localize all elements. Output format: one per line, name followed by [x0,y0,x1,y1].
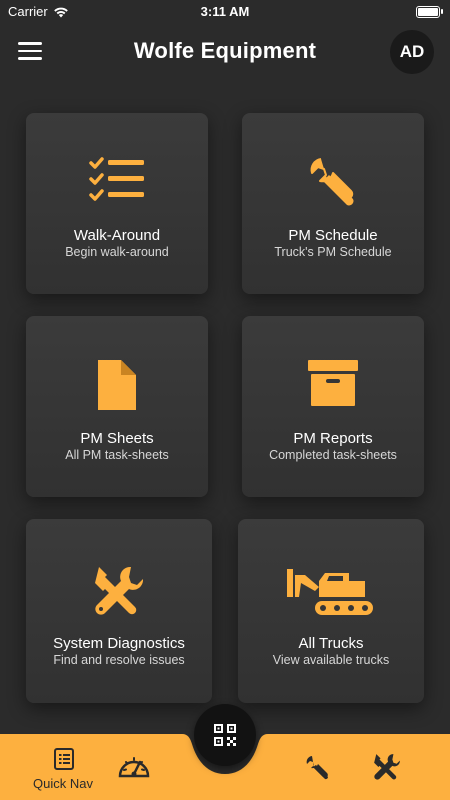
checklist-icon [89,157,144,201]
icon-wrap [238,563,424,619]
pm-sheets-card[interactable]: PM Sheets All PM task-sheets [26,316,208,497]
diagnostics-nav-button[interactable] [372,752,404,784]
status-time: 3:11 AM [200,4,250,19]
document-icon [98,360,136,410]
list-icon [54,748,74,770]
maintenance-nav-button[interactable] [304,754,332,782]
all-trucks-card[interactable]: All Trucks View available trucks [238,519,424,703]
quick-nav-button[interactable]: Quick Nav [28,744,100,794]
card-label: PM Sheets [80,430,154,447]
qr-code-icon [214,724,236,746]
card-label: PM Reports [293,430,373,447]
dashboard-nav-button[interactable] [118,752,154,782]
header: Wolfe Equipment AD [0,24,450,80]
icon-wrap [242,155,424,211]
icon-wrap [26,563,212,619]
battery-icon [416,6,443,18]
speedometer-icon [118,757,150,778]
icon-wrap [26,155,208,211]
pm-schedule-card[interactable]: PM Schedule Truck's PM Schedule [242,113,424,294]
card-subtitle: Begin walk-around [65,245,169,259]
quick-nav-label: Quick Nav [33,776,93,791]
card-subtitle: Find and resolve issues [53,653,185,667]
system-diagnostics-card[interactable]: System Diagnostics Find and resolve issu… [26,519,212,703]
tools-icon [95,566,144,615]
status-bar: Carrier 3:11 AM [0,0,450,24]
archive-box-icon [308,360,358,406]
wrench-icon [306,756,328,780]
excavator-icon [287,569,373,615]
page-title: Wolfe Equipment [133,38,317,63]
walk-around-card[interactable]: Walk-Around Begin walk-around [26,113,208,294]
card-subtitle: Truck's PM Schedule [274,245,392,259]
card-subtitle: View available trucks [272,653,390,667]
card-label: Walk-Around [73,227,161,244]
card-label: All Trucks [298,635,364,652]
avatar[interactable]: AD [390,30,434,74]
wrench-icon [310,158,354,206]
card-label: PM Schedule [288,227,378,244]
icon-wrap [242,358,424,414]
qr-scan-button[interactable] [194,704,256,766]
pm-reports-card[interactable]: PM Reports Completed task-sheets [242,316,424,497]
tools-icon [374,754,400,780]
card-subtitle: Completed task-sheets [269,448,397,462]
battery-fill [418,8,438,16]
card-subtitle: All PM task-sheets [65,448,169,462]
card-label: System Diagnostics [53,635,185,652]
icon-wrap [26,358,208,414]
